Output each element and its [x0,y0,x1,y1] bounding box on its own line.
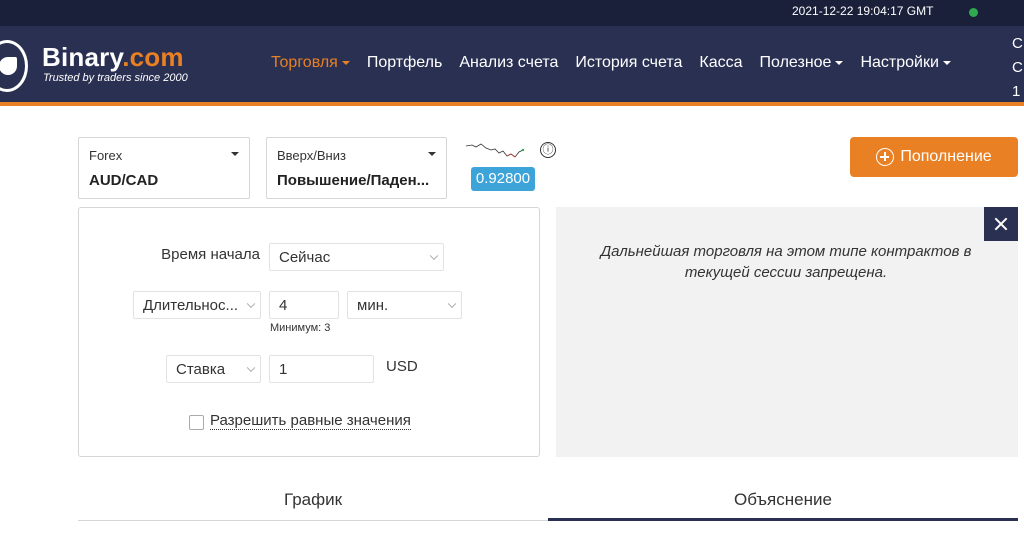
deposit-button-label: Пополнение [900,148,992,165]
binary-logo-icon[interactable] [0,40,28,92]
nav-item-label: История счета [575,54,683,71]
chevron-down-icon [942,60,951,65]
contract-value: Повышение/Паден... [277,172,430,189]
start-time-value: Сейчас [279,248,331,266]
duration-input[interactable]: 4 [269,291,339,319]
duration-label: Длительнос... [143,296,239,314]
tab-chart[interactable]: График [78,490,548,510]
spot-price-badge: 0.92800 [471,167,535,191]
connection-status-icon [969,8,978,17]
start-time-label: Время начала [161,246,260,263]
stake-currency: USD [386,358,418,375]
duration-minimum-hint: Минимум: 3 [270,322,331,334]
chevron-down-icon [231,152,239,156]
chevron-down-icon [835,60,844,65]
header-accent-stripe [0,102,1024,106]
duration-unit-select[interactable]: мин. [347,291,462,319]
brand-suffix: .com [122,42,184,72]
start-time-select[interactable]: Сейчас [269,243,444,271]
brand-name: Binary [42,42,123,72]
nav-item-portfolio[interactable]: Портфель [367,54,442,72]
brand-logo-text[interactable]: Binary.com [42,42,184,73]
tab-explanation[interactable]: Объяснение [548,490,1018,510]
top-status-bar: 2021-12-22 19:04:17 GMT [0,0,1024,26]
duration-value: 4 [279,296,288,314]
nav-item-resources[interactable]: Полезное [760,54,844,72]
allow-equals-checkbox[interactable] [189,415,204,430]
chevron-down-icon [428,152,436,156]
tab-label: График [283,490,343,509]
deposit-button[interactable]: Пополнение [850,137,1018,177]
chevron-down-icon [246,363,256,373]
chevron-down-icon [341,60,350,65]
duration-unit-value: мин. [357,296,389,314]
plus-circle-icon [876,148,895,166]
nav-item-label: Касса [699,54,743,71]
allow-equals-label[interactable]: Разрешить равные значения [210,412,411,430]
nav-item-label: Полезное [759,54,832,71]
chevron-down-icon [447,299,457,309]
market-select[interactable]: Forex AUD/CAD [78,137,250,199]
stake-type-select[interactable]: Ставка [166,355,261,383]
nav-item-label: Анализ счета [459,54,559,71]
nav-item-label: Портфель [366,54,443,71]
nav-item-settings[interactable]: Настройки [860,54,951,72]
nav-item-cashier[interactable]: Касса [699,54,742,72]
account-edge-line: 1 [1012,83,1021,100]
close-icon[interactable] [984,207,1018,241]
account-edge-line: С [1012,59,1023,76]
brand-tagline: Trusted by traders since 2000 [43,72,188,84]
info-icon[interactable]: ⓘ [540,142,556,158]
chevron-down-icon [246,299,256,309]
server-clock: 2021-12-22 19:04:17 GMT [792,4,934,18]
nav-item-label: Настройки [860,54,939,71]
nav-item-account-analysis[interactable]: Анализ счета [459,54,558,72]
nav-item-label: Торговля [271,54,338,71]
account-edge-line: С [1012,35,1023,52]
nav-item-trading[interactable]: Торговля [271,54,350,72]
nav-item-account-history[interactable]: История счета [575,54,682,72]
contract-type-select[interactable]: Вверх/Вниз Повышение/Паден... [266,137,447,199]
tab-label: Объяснение [734,490,832,509]
market-value: AUD/CAD [89,172,159,189]
stake-label: Ставка [176,360,226,378]
active-tab-indicator [548,518,1018,521]
market-category: Forex [89,148,123,163]
main-header: Binary.com Trusted by traders since 2000… [0,26,1024,102]
chevron-down-icon [429,251,439,261]
account-menu-truncated[interactable]: С С 1 [1012,32,1023,104]
trading-disabled-panel: Дальнейшая торговля на этом типе контрак… [556,207,1018,457]
trading-disabled-message: Дальнейшая торговля на этом типе контрак… [600,243,972,281]
contract-category: Вверх/Вниз [277,148,346,163]
price-sparkline [465,143,525,158]
stake-amount-value: 1 [279,360,288,378]
stake-amount-input[interactable]: 1 [269,355,374,383]
main-nav: Торговля Портфель Анализ счета История с… [271,54,968,72]
duration-type-select[interactable]: Длительнос... [133,291,261,319]
